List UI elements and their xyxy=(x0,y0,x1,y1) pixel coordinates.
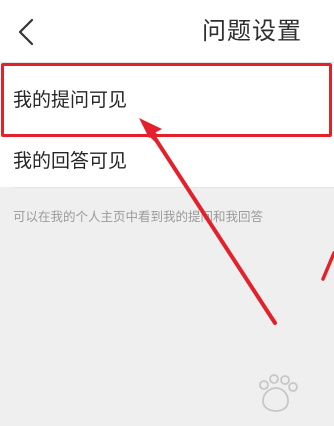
hint-text: 可以在我的个人主页中看到我的提问和我回答 xyxy=(13,209,264,224)
back-button[interactable] xyxy=(10,12,44,52)
baidu-watermark xyxy=(216,367,334,426)
settings-list: 我的提问可见 我的回答可见 xyxy=(0,63,334,188)
divider xyxy=(13,187,334,188)
setting-row-label: 我的提问可见 xyxy=(13,89,128,111)
app-header: 问题设置 xyxy=(0,0,334,63)
setting-row-question-visible[interactable]: 我的提问可见 xyxy=(0,63,334,140)
setting-row-answer-visible[interactable]: 我的回答可见 xyxy=(0,131,334,187)
baidu-paw-icon xyxy=(259,374,298,412)
setting-row-label: 我的回答可见 xyxy=(13,149,128,172)
question-settings-screen: 问题设置 我的提问可见 我的回答可见 可以在我的个人主页中看到我的提问和我回答 xyxy=(0,0,334,426)
chevron-left-icon xyxy=(18,18,34,46)
page-title: 问题设置 xyxy=(202,17,302,45)
